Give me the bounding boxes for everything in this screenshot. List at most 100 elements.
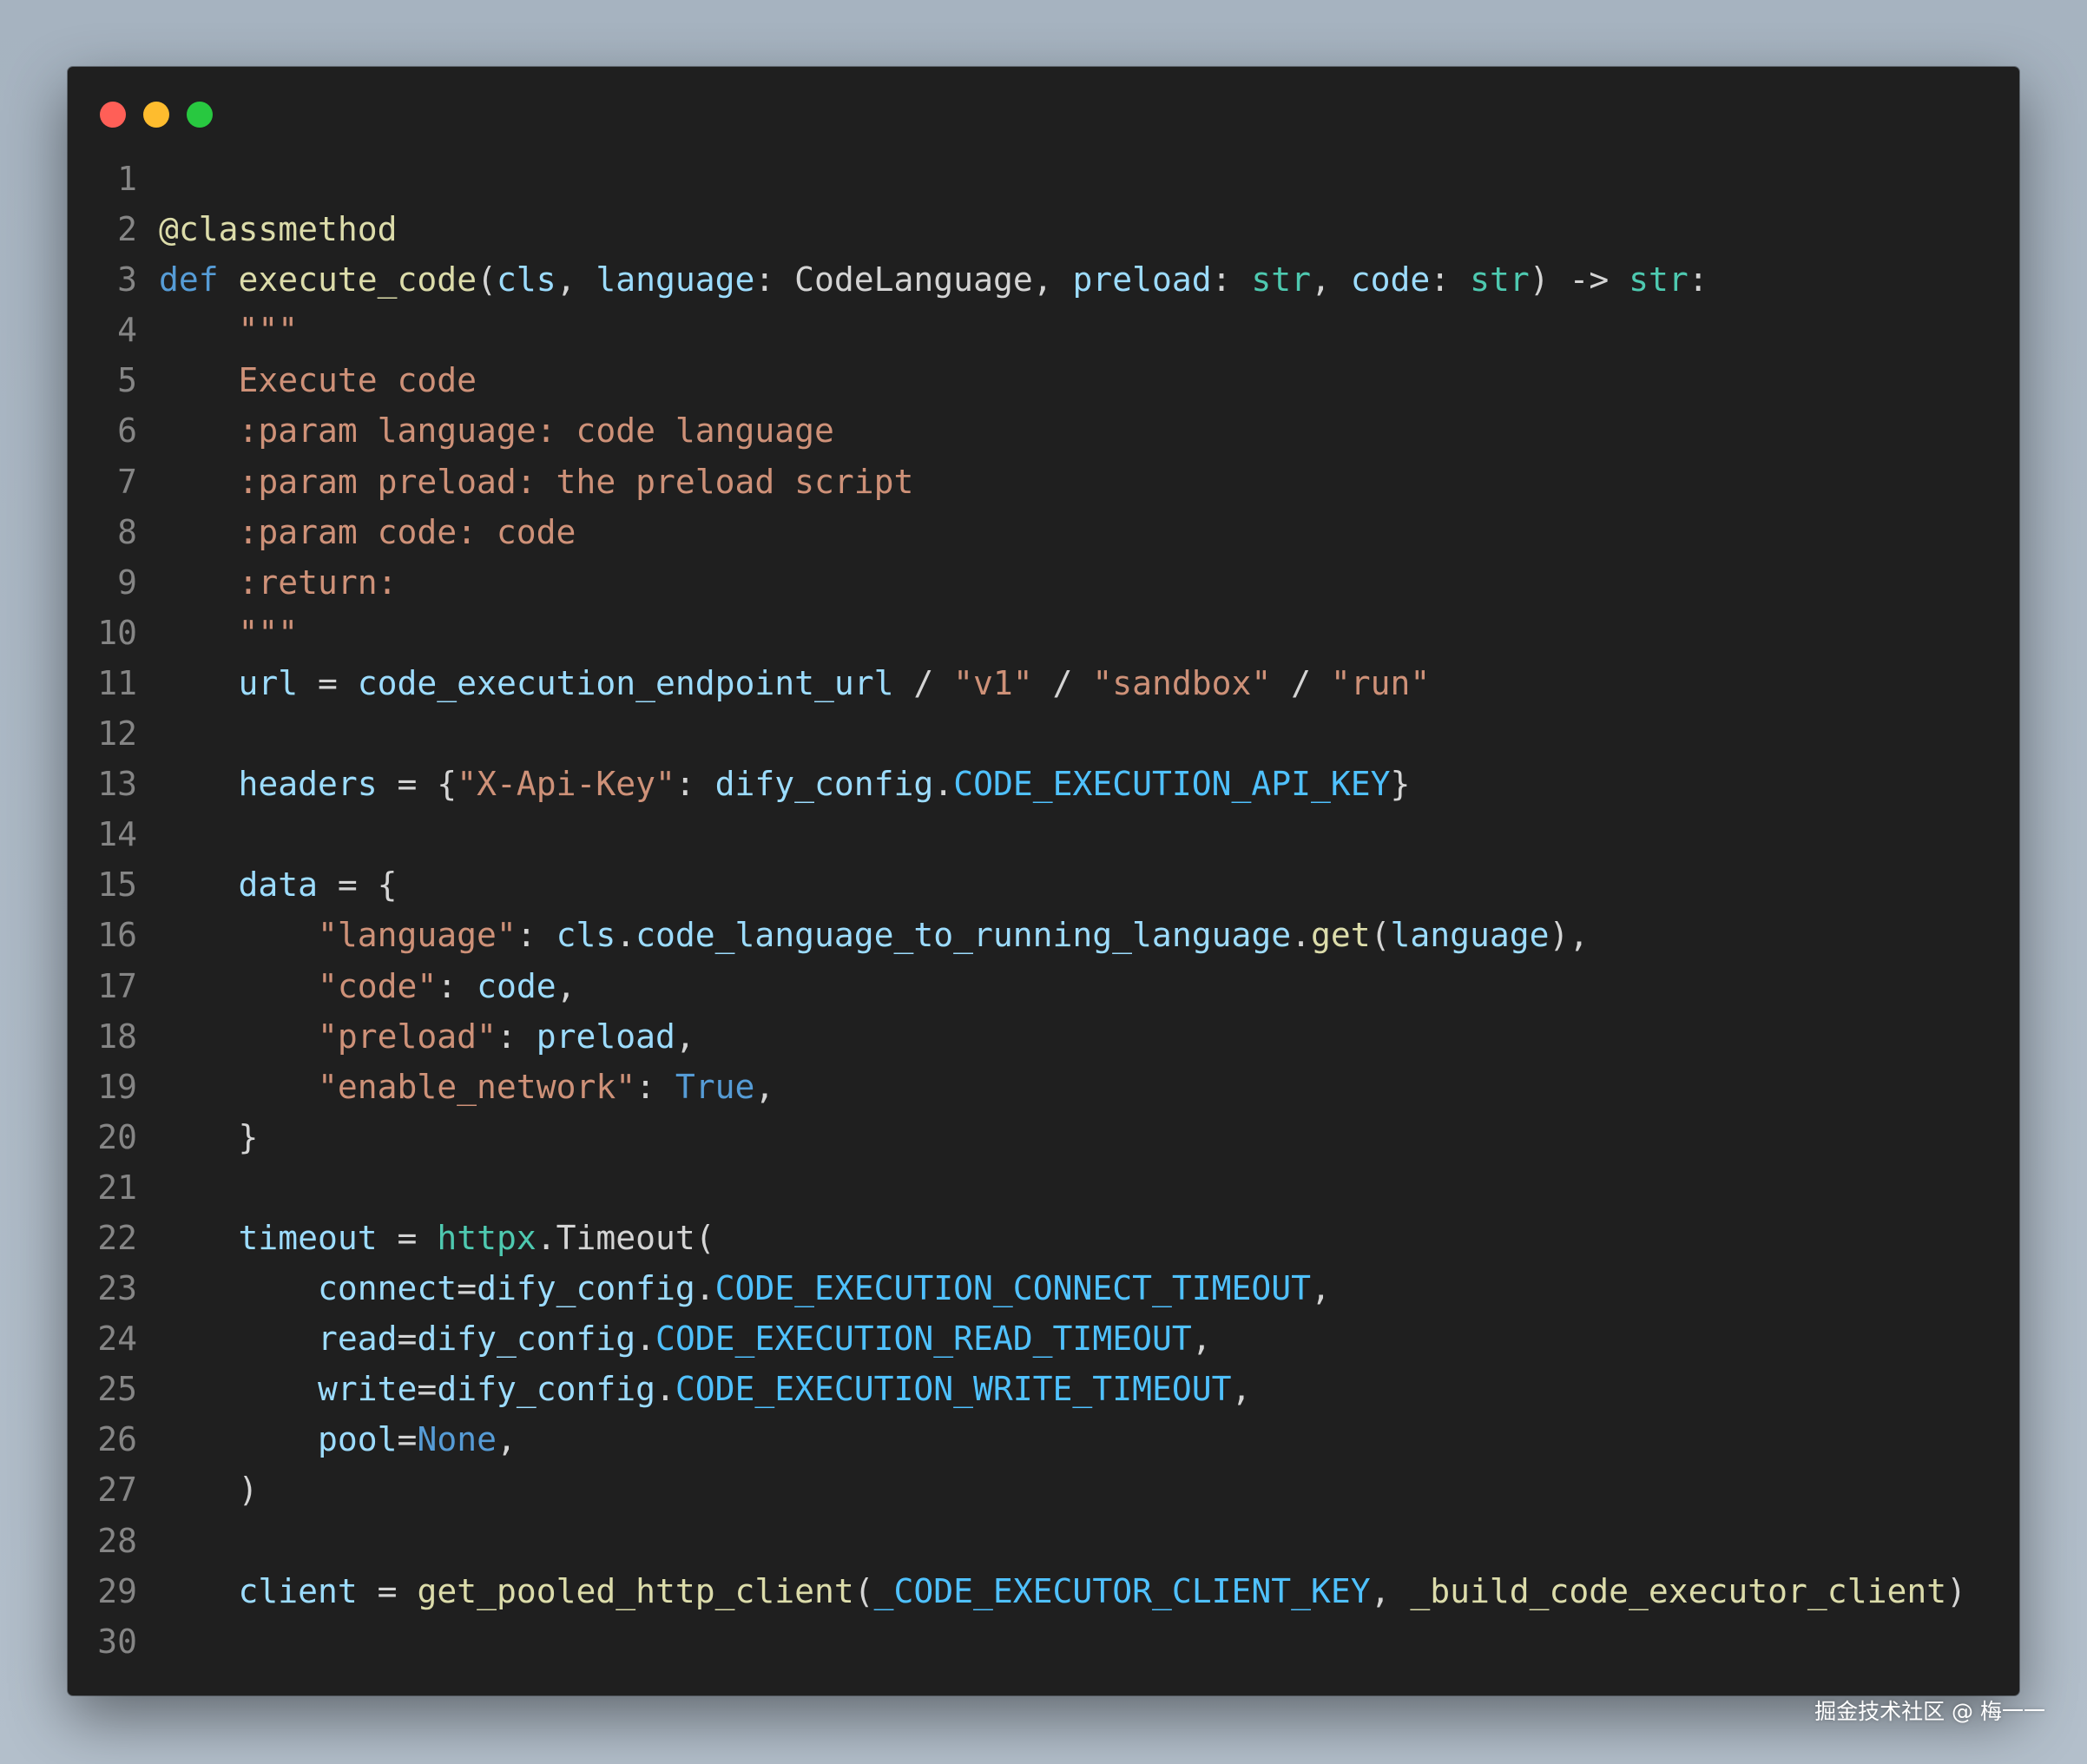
code-line: 1 (68, 154, 2019, 204)
code-token: str (1251, 260, 1312, 299)
line-number: 11 (97, 663, 137, 702)
line-code: "preload": preload, (159, 1011, 695, 1062)
line-number: 19 (97, 1067, 137, 1106)
code-line: 11 url = code_execution_endpoint_url / "… (68, 658, 2019, 708)
code-token: , (556, 260, 596, 299)
code-token: ) (159, 1471, 259, 1510)
line-code: headers = {"X-Api-Key": dify_config.CODE… (159, 759, 1411, 809)
code-line: 6 :param language: code language (68, 405, 2019, 456)
code-line: 10 """ (68, 608, 2019, 658)
line-number: 24 (97, 1320, 137, 1359)
code-token: language (1390, 916, 1550, 955)
line-number: 29 (97, 1571, 137, 1610)
code-token: "run" (1330, 663, 1431, 702)
line-code: data = { (159, 859, 398, 910)
line-code: @classmethod (159, 204, 398, 254)
code-token: : (675, 765, 715, 804)
code-token: } (159, 1117, 259, 1156)
code-token: cls (556, 916, 616, 955)
code-token: get_pooled_http_client (417, 1571, 854, 1610)
line-number: 17 (97, 966, 137, 1005)
code-token: dify_config (417, 1320, 636, 1359)
code-line: 14 (68, 809, 2019, 859)
code-token: "code" (318, 966, 438, 1005)
code-token: = { (318, 866, 398, 905)
code-block: 1 2 @classmethod 3 def execute_code(cls, lan… (68, 154, 2019, 1667)
line-code: connect=dify_config.CODE_EXECUTION_CONNE… (159, 1263, 1331, 1313)
code-token: None (417, 1420, 497, 1459)
line-number: 2 (117, 210, 137, 249)
code-token: . (655, 1370, 675, 1409)
code-line: 25 write=dify_config.CODE_EXECUTION_WRIT… (68, 1364, 2019, 1414)
code-line: 8 :param code: code (68, 507, 2019, 557)
line-code: def execute_code(cls, language: CodeLang… (159, 254, 1708, 305)
code-token: ), (1549, 916, 1590, 955)
code-token: write (318, 1370, 418, 1409)
line-number: 15 (97, 866, 137, 905)
code-token: "X-Api-Key" (457, 765, 675, 804)
code-token: . (1291, 916, 1311, 955)
code-line: 16 "language": cls.code_language_to_runn… (68, 910, 2019, 960)
code-token: True (675, 1067, 755, 1106)
code-token: . (933, 765, 954, 804)
code-token: get (1310, 916, 1371, 955)
line-code: """ (159, 305, 299, 355)
code-token: , (496, 1420, 517, 1459)
code-token: "preload" (318, 1017, 497, 1056)
line-number: 13 (97, 765, 137, 804)
minimize-window-button[interactable] (143, 102, 169, 128)
code-token: headers (238, 765, 378, 804)
code-token: """ (159, 311, 299, 350)
code-token: data (238, 866, 319, 905)
code-token: = (298, 663, 358, 702)
line-number: 26 (97, 1420, 137, 1459)
code-token: = (357, 1571, 418, 1610)
close-window-button[interactable] (100, 102, 126, 128)
code-token: CODE_EXECUTION_READ_TIMEOUT (655, 1320, 1192, 1359)
code-window: 1 2 @classmethod 3 def execute_code(cls, lan… (68, 67, 2019, 1695)
code-line: 30 (68, 1616, 2019, 1667)
code-line: 9 :return: (68, 557, 2019, 608)
code-token: . (635, 1320, 655, 1359)
code-token: str (1470, 260, 1530, 299)
code-token: "v1" (953, 663, 1033, 702)
line-code: :param language: code language (159, 405, 834, 456)
code-token: . (695, 1269, 715, 1308)
code-token: : (635, 1067, 675, 1106)
code-token: dify_config (477, 1269, 695, 1308)
code-token: httpx (437, 1218, 537, 1257)
code-token: , (1310, 1269, 1331, 1308)
code-token: CODE_EXECUTION_WRITE_TIMEOUT (675, 1370, 1232, 1409)
code-token: _CODE_EXECUTOR_CLIENT_KEY (873, 1571, 1371, 1610)
code-token: , (1191, 1320, 1212, 1359)
line-code: } (159, 1112, 259, 1162)
line-number: 1 (117, 160, 137, 198)
code-token: / (1032, 663, 1093, 702)
zoom-window-button[interactable] (187, 102, 213, 128)
code-line: 23 connect=dify_config.CODE_EXECUTION_CO… (68, 1263, 2019, 1313)
line-code: pool=None, (159, 1414, 517, 1465)
line-code: client = get_pooled_http_client(_CODE_EX… (159, 1566, 1966, 1616)
code-line: 15 data = { (68, 859, 2019, 910)
code-token: , (754, 1067, 775, 1106)
line-number: 25 (97, 1370, 137, 1409)
code-token: url (238, 663, 299, 702)
code-token: = (457, 1269, 477, 1308)
code-token: :param language: code language (159, 411, 834, 451)
code-token: timeout (238, 1218, 378, 1257)
line-code: url = code_execution_endpoint_url / "v1"… (159, 658, 1431, 708)
code-token: "enable_network" (318, 1067, 636, 1106)
line-number: 22 (97, 1218, 137, 1257)
code-token: pool (318, 1420, 398, 1459)
line-code: read=dify_config.CODE_EXECUTION_READ_TIM… (159, 1313, 1212, 1364)
code-token: "language" (318, 916, 517, 955)
code-token: : (516, 916, 556, 955)
code-token: = (377, 1218, 438, 1257)
